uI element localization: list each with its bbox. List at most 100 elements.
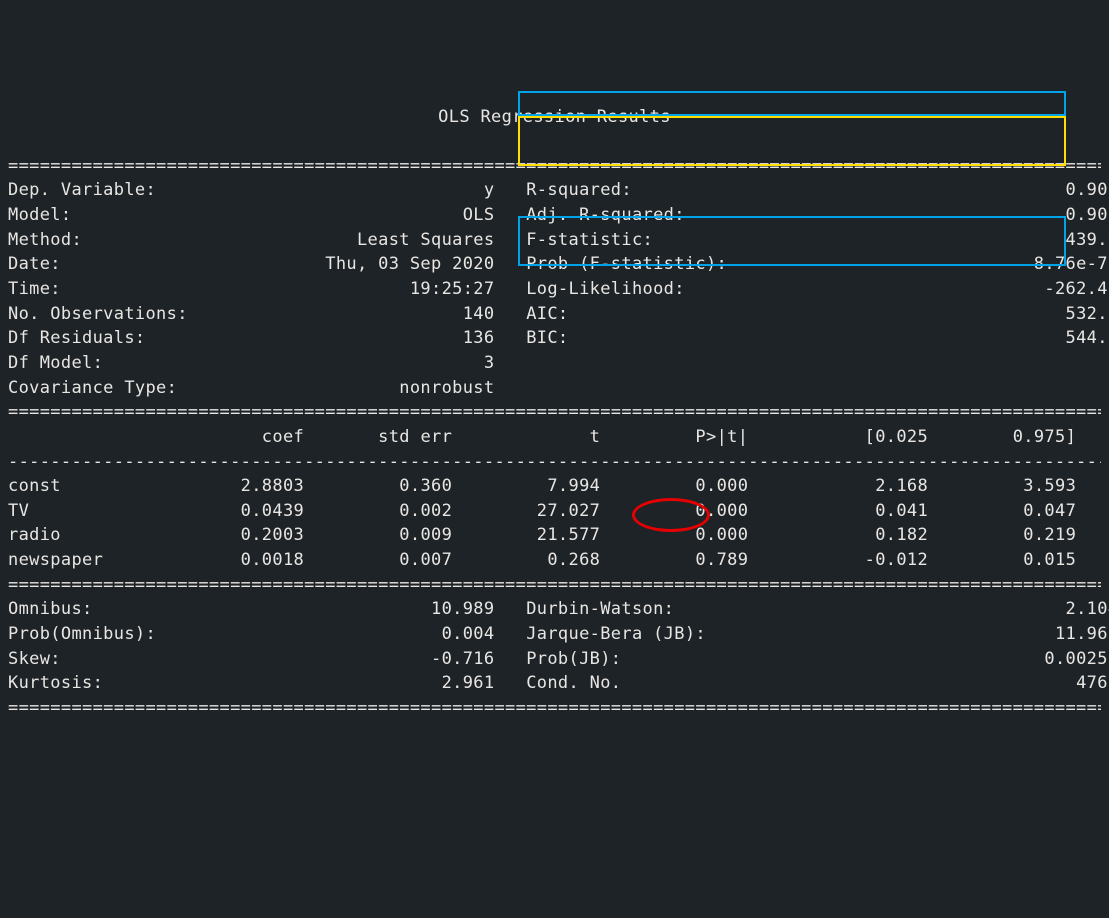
stat-value: y: [198, 180, 494, 200]
coef-cell: 0.000: [600, 476, 748, 496]
diag-row: Prob(Omnibus): 0.004 Jarque-Bera (JB): 1…: [8, 622, 1101, 647]
stat-value: 544.6: [801, 328, 1109, 348]
stat-label: Log-Likelihood:: [526, 279, 801, 299]
stat-value: 8.76e-70: [801, 254, 1109, 274]
coef-cell: 0.002: [304, 501, 452, 521]
stat-value: 136: [198, 328, 494, 348]
stat-row: Df Residuals: 136 BIC: 544.6: [8, 326, 1101, 351]
col-header: t: [452, 427, 600, 447]
stat-label: Date:: [8, 254, 198, 274]
diag-label: Durbin-Watson:: [526, 599, 801, 619]
col-header: P>|t|: [600, 427, 748, 447]
coef-cell: 0.007: [304, 550, 452, 570]
coef-cell: 27.027: [452, 501, 600, 521]
stat-label: F-statistic:: [526, 230, 801, 250]
stat-label: No. Observations:: [8, 304, 198, 324]
coef-cell: 0.219: [928, 525, 1076, 545]
coef-cell: 0.0439: [156, 501, 304, 521]
coef-cell: 0.009: [304, 525, 452, 545]
diag-label: Omnibus:: [8, 599, 198, 619]
var-name: newspaper: [8, 550, 156, 570]
diag-value: 2.104: [801, 599, 1109, 619]
stat-label: Prob (F-statistic):: [526, 254, 801, 274]
coef-row: radio 0.2003 0.009 21.577 0.000 0.182 0.…: [8, 523, 1101, 548]
coef-row: TV 0.0439 0.002 27.027 0.000 0.041 0.047: [8, 499, 1101, 524]
diag-row: Kurtosis: 2.961 Cond. No. 476.: [8, 671, 1101, 696]
col-header: coef: [156, 427, 304, 447]
regression-output: ========================================…: [0, 154, 1109, 721]
var-name: const: [8, 476, 156, 496]
coef-cell: 0.789: [600, 550, 748, 570]
stat-row: Dep. Variable: y R-squared: 0.907: [8, 178, 1101, 203]
rule: ========================================…: [8, 573, 1101, 598]
coef-cell: 0.000: [600, 501, 748, 521]
output-title: OLS Regression Results: [0, 99, 1109, 130]
stat-label: Time:: [8, 279, 198, 299]
stat-value: 0.907: [801, 180, 1109, 200]
stat-row: Covariance Type: nonrobust: [8, 376, 1101, 401]
coef-cell: -0.012: [748, 550, 928, 570]
stat-row: Df Model: 3: [8, 351, 1101, 376]
stat-value: 0.905: [801, 205, 1109, 225]
stat-label: Covariance Type:: [8, 378, 198, 398]
stat-row: Model: OLS Adj. R-squared: 0.905: [8, 203, 1101, 228]
coef-cell: 7.994: [452, 476, 600, 496]
coef-cell: 0.041: [748, 501, 928, 521]
var-name: TV: [8, 501, 156, 521]
col-header: [0.025: [748, 427, 928, 447]
diag-label: Kurtosis:: [8, 673, 198, 693]
coef-cell: 0.182: [748, 525, 928, 545]
stat-value: Least Squares: [198, 230, 494, 250]
diag-value: 476.: [801, 673, 1109, 693]
var-name: radio: [8, 525, 156, 545]
diag-label: Jarque-Bera (JB):: [526, 624, 801, 644]
stat-label: Df Model:: [8, 353, 198, 373]
stat-label: Dep. Variable:: [8, 180, 198, 200]
stat-row: Date: Thu, 03 Sep 2020 Prob (F-statistic…: [8, 252, 1101, 277]
stat-value: nonrobust: [198, 378, 494, 398]
coef-row: const 2.8803 0.360 7.994 0.000 2.168 3.5…: [8, 474, 1101, 499]
col-header: 0.975]: [928, 427, 1076, 447]
diag-value: -0.716: [198, 649, 494, 669]
diag-value: 0.004: [198, 624, 494, 644]
diag-value: 2.961: [198, 673, 494, 693]
stat-value: 140: [198, 304, 494, 324]
coef-row: newspaper 0.0018 0.007 0.268 0.789 -0.01…: [8, 548, 1101, 573]
rule: ========================================…: [8, 154, 1101, 179]
diag-label: Skew:: [8, 649, 198, 669]
coef-cell: 2.168: [748, 476, 928, 496]
diag-label: Cond. No.: [526, 673, 801, 693]
coef-cell: 0.268: [452, 550, 600, 570]
stat-label: R-squared:: [526, 180, 801, 200]
coef-cell: 0.360: [304, 476, 452, 496]
stat-row: No. Observations: 140 AIC: 532.8: [8, 302, 1101, 327]
stat-value: 3: [198, 353, 494, 373]
stat-row: Time: 19:25:27 Log-Likelihood: -262.41: [8, 277, 1101, 302]
stat-value: Thu, 03 Sep 2020: [198, 254, 494, 274]
coef-cell: 21.577: [452, 525, 600, 545]
stat-label: Method:: [8, 230, 198, 250]
diag-row: Omnibus: 10.989 Durbin-Watson: 2.104: [8, 597, 1101, 622]
col-header: std err: [304, 427, 452, 447]
diag-value: 10.989: [198, 599, 494, 619]
stat-value: OLS: [198, 205, 494, 225]
stat-label: Model:: [8, 205, 198, 225]
stat-value: 439.9: [801, 230, 1109, 250]
stat-label: Df Residuals:: [8, 328, 198, 348]
diag-value: 11.961: [801, 624, 1109, 644]
stat-row: Method: Least Squares F-statistic: 439.9: [8, 228, 1101, 253]
coef-cell: 0.047: [928, 501, 1076, 521]
coef-cell: 0.015: [928, 550, 1076, 570]
stat-label: AIC:: [526, 304, 801, 324]
stat-value: 19:25:27: [198, 279, 494, 299]
coef-cell: 0.000: [600, 525, 748, 545]
stat-label: Adj. R-squared:: [526, 205, 801, 225]
stat-value: 532.8: [801, 304, 1109, 324]
coef-cell: 2.8803: [156, 476, 304, 496]
diag-row: Skew: -0.716 Prob(JB): 0.00253: [8, 647, 1101, 672]
dash-rule: ----------------------------------------…: [8, 450, 1101, 475]
coef-cell: 3.593: [928, 476, 1076, 496]
coef-cell: 0.2003: [156, 525, 304, 545]
coef-cell: 0.0018: [156, 550, 304, 570]
diag-value: 0.00253: [801, 649, 1109, 669]
